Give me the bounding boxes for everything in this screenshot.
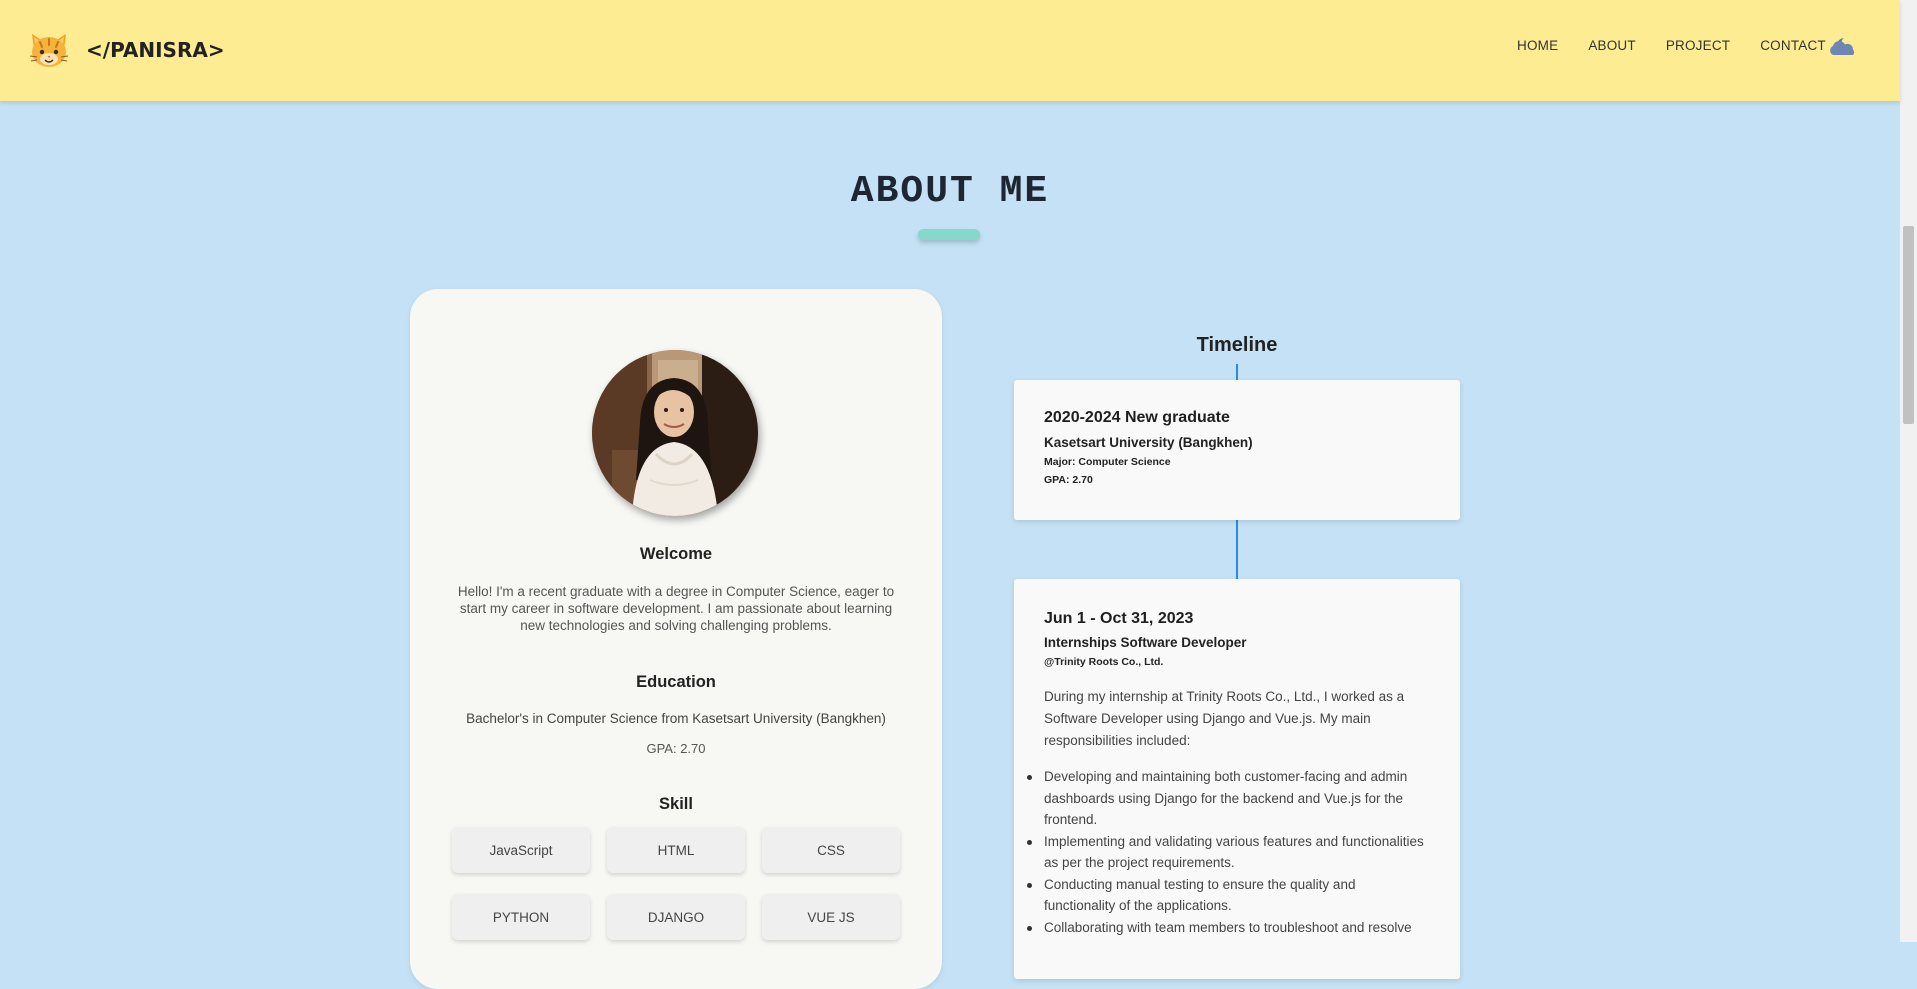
page-scrollbar[interactable]: [1900, 0, 1917, 942]
timeline-intro: During my internship at Trinity Roots Co…: [1044, 689, 1405, 748]
welcome-text: Hello! I'm a recent graduate with a degr…: [457, 584, 895, 633]
timeline-detail: Major: Computer Science: [1044, 456, 1171, 468]
timeline-detail: GPA: 2.70: [1044, 474, 1093, 486]
timeline-subtitle: Internships Software Developer: [1044, 635, 1247, 650]
profile-photo: [592, 350, 758, 516]
list-item: Collaborating with team members to troub…: [1027, 917, 1424, 939]
list-item: Conducting manual testing to ensure the …: [1027, 874, 1424, 917]
title-underline: [918, 229, 980, 240]
timeline-date: 2020-2024 New graduate: [1044, 409, 1230, 426]
site-header: </PANISRA> HOME ABOUT PROJECT CONTACT: [0, 0, 1900, 101]
timeline-detail: @Trinity Roots Co., Ltd.: [1044, 656, 1164, 668]
timeline-subtitle: Kasetsart University (Bangkhen): [1044, 435, 1253, 450]
nav-home[interactable]: HOME: [1517, 38, 1558, 53]
brand-name: </PANISRA>: [86, 38, 225, 62]
profile-card: Welcome Hello! I'm a recent graduate wit…: [410, 289, 942, 989]
education-text: Bachelor's in Computer Science from Kase…: [466, 711, 886, 726]
skill-chip: JavaScript: [452, 827, 590, 873]
education-title: Education: [636, 673, 716, 691]
list-item: Developing and maintaining both customer…: [1027, 766, 1424, 831]
skill-chip: HTML: [607, 827, 745, 873]
nav-contact[interactable]: CONTACT: [1760, 38, 1826, 53]
welcome-title: Welcome: [639, 545, 713, 563]
skill-chip: PYTHON: [452, 894, 590, 940]
skill-chip: CSS: [762, 827, 900, 873]
scrollbar-thumb[interactable]: [1903, 226, 1914, 424]
skill-chip: VUE JS: [762, 894, 900, 940]
brand[interactable]: </PANISRA>: [28, 30, 225, 70]
skill-chip: DJANGO: [607, 894, 745, 940]
avatar: [592, 350, 758, 516]
section-title-about: ABOUT ME: [850, 170, 1050, 213]
cloud-moon-icon[interactable]: [1826, 35, 1858, 59]
timeline-card: Jun 1 - Oct 31, 2023 Internships Softwar…: [1014, 579, 1460, 979]
cat-face-icon: [29, 34, 69, 67]
main-nav: HOME ABOUT PROJECT CONTACT: [1517, 38, 1856, 53]
list-item: Implementing and validating various feat…: [1027, 831, 1424, 874]
skill-title: Skill: [659, 795, 693, 813]
timeline-date: Jun 1 - Oct 31, 2023: [1044, 610, 1194, 627]
education-gpa: GPA: 2.70: [646, 741, 706, 756]
nav-project[interactable]: PROJECT: [1666, 38, 1730, 53]
timeline-card: 2020-2024 New graduate Kasetsart Univers…: [1014, 380, 1460, 520]
timeline-title: Timeline: [1196, 334, 1278, 356]
nav-about[interactable]: ABOUT: [1588, 38, 1636, 53]
timeline-description: During my internship at Trinity Roots Co…: [1027, 686, 1424, 939]
responsibility-list: Developing and maintaining both customer…: [1027, 766, 1424, 939]
